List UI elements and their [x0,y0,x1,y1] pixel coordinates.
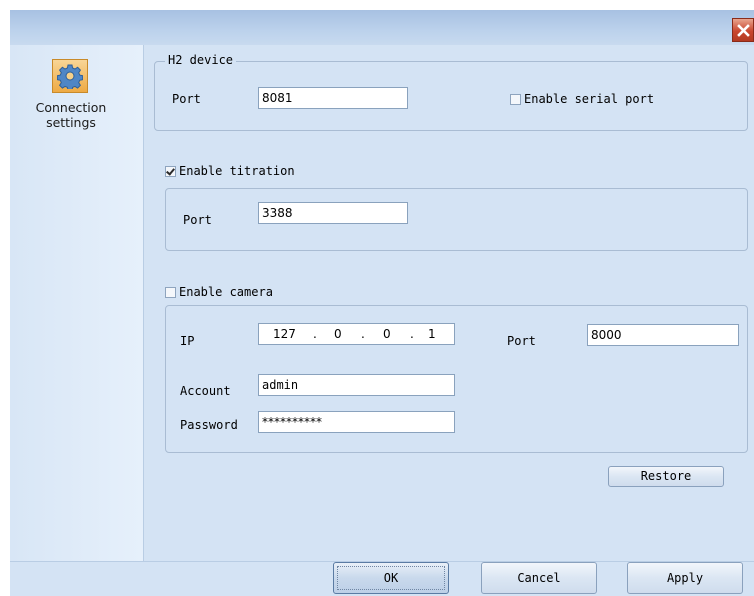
sidebar: Connection settings [10,45,144,561]
camera-checkbox-box[interactable] [165,286,176,298]
serial-port-checkbox-box[interactable] [510,93,521,105]
h2-port-label: Port [172,92,201,106]
serial-port-label: Enable serial port [524,92,655,106]
restore-button[interactable]: Restore [608,466,724,487]
titration-checkbox-box[interactable] [165,165,176,177]
ip-dot-3: . [410,327,414,341]
ip-octet-3[interactable]: 0 [383,324,391,344]
titration-label: Enable titration [179,164,295,178]
camera-port-input[interactable]: 8000 [587,324,739,346]
camera-ip-input[interactable]: 127 . 0 . 0 . 1 [258,323,455,345]
h2-device-group: H2 device [154,53,748,131]
ip-dot-2: . [361,327,365,341]
enable-titration-checkbox[interactable]: Enable titration [165,164,295,178]
ip-octet-4[interactable]: 1 [428,324,436,344]
close-button[interactable] [732,18,754,42]
camera-password-input[interactable]: ********** [258,411,455,433]
gear-icon [52,59,88,93]
ok-button[interactable]: OK [333,562,449,594]
sidebar-label-line2: settings [46,115,96,130]
camera-ip-label: IP [180,334,195,348]
ip-octet-2[interactable]: 0 [334,324,342,344]
settings-dialog: Connection settings H2 device Port 8081 … [10,10,754,596]
camera-password-label: Password [180,418,238,432]
camera-account-label: Account [180,384,231,398]
sidebar-item-label: Connection settings [16,100,126,130]
dialog-footer: OK Cancel Apply [10,561,754,596]
h2-device-legend: H2 device [165,53,237,67]
cancel-button[interactable]: Cancel [481,562,597,594]
titration-group [165,188,748,251]
ip-dot-1: . [313,327,317,341]
h2-port-input[interactable]: 8081 [258,87,408,109]
enable-serial-port-checkbox[interactable]: Enable serial port [510,92,654,106]
sidebar-item-connection-settings[interactable]: Connection settings [16,55,140,135]
titration-port-input[interactable]: 3388 [258,202,408,224]
apply-button[interactable]: Apply [627,562,743,594]
camera-port-label: Port [507,334,536,348]
close-icon [737,24,750,37]
sidebar-label-line1: Connection [35,100,107,115]
camera-account-input[interactable]: admin [258,374,455,396]
titration-port-label: Port [183,213,212,227]
ok-button-focus-ring [337,566,445,590]
title-bar[interactable] [10,10,754,45]
ip-octet-1[interactable]: 127 [273,324,296,344]
camera-label: Enable camera [179,285,273,299]
enable-camera-checkbox[interactable]: Enable camera [165,285,273,299]
main-panel: H2 device Port 8081 Enable serial port E… [144,45,754,561]
